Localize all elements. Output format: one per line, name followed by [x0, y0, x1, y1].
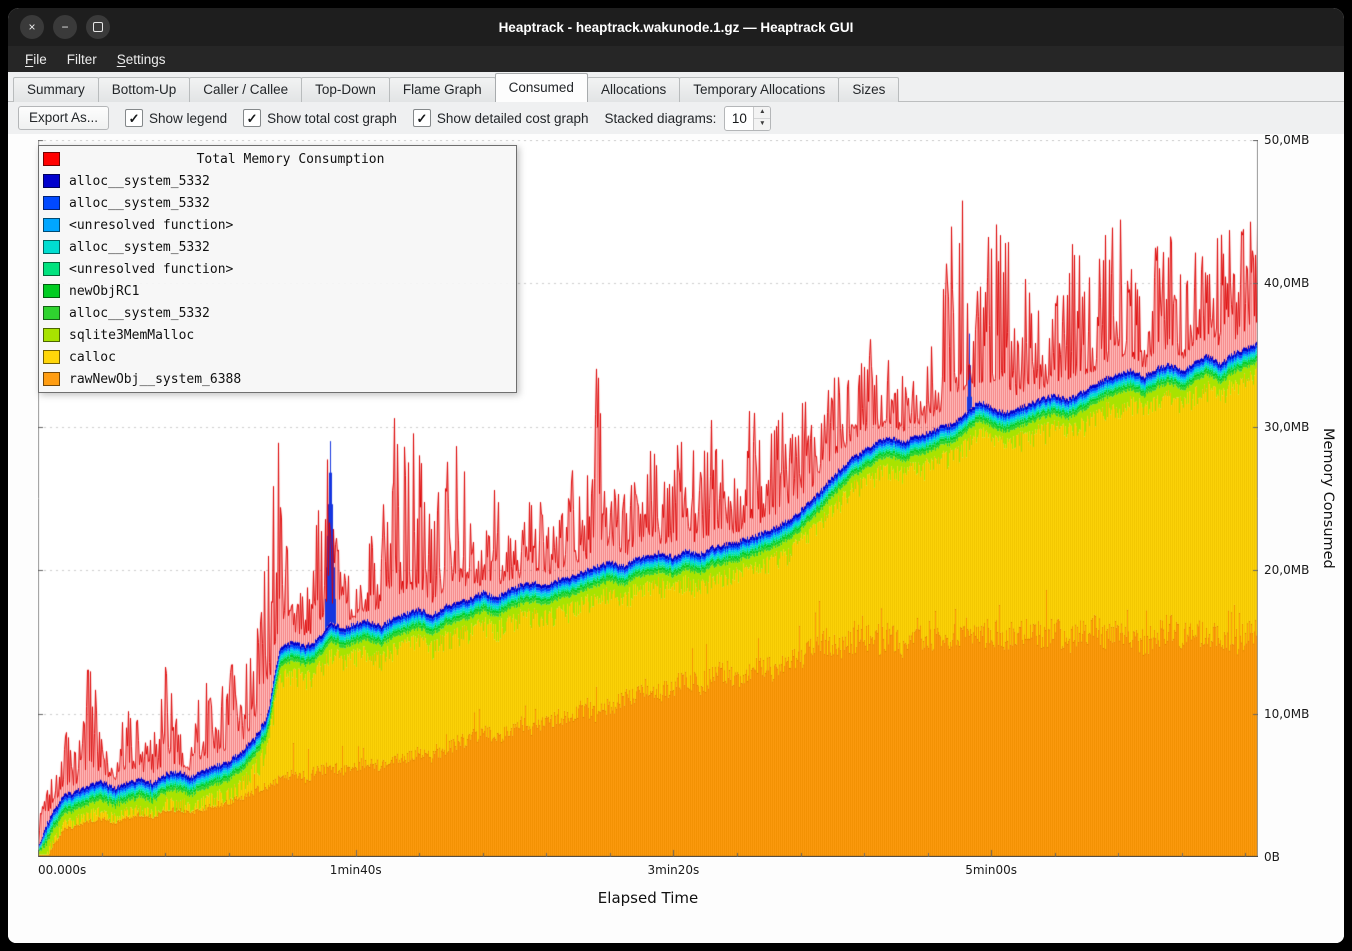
checkbox-group: ✓ Show legend ✓ Show total cost graph ✓ Show … — [125, 109, 589, 127]
legend-entry-label: rawNewObj__system_6388 — [69, 372, 241, 387]
legend-swatch — [43, 240, 60, 254]
y-axis-tick-label: 50,0MB — [1264, 133, 1309, 147]
spin-down-icon: ▼ — [759, 121, 765, 128]
legend-entry: <unresolved function> — [43, 214, 512, 236]
y-axis-tick-label: 0B — [1264, 850, 1280, 864]
x-axis-tick-label: 5min00s — [965, 863, 1017, 877]
legend-swatch — [43, 372, 60, 386]
menu-bar: FileFilterSettings — [8, 46, 1344, 72]
legend-entry-label: alloc__system_5332 — [69, 306, 210, 321]
legend-swatch — [43, 284, 60, 298]
toolbar: Export As... ✓ Show legend ✓ Show total cos… — [8, 102, 1344, 134]
legend-entry: alloc__system_5332 — [43, 302, 512, 324]
legend-entry: sqlite3MemMalloc — [43, 324, 512, 346]
menu-item-filter[interactable]: Filter — [58, 49, 106, 70]
legend-entry-label: newObjRC1 — [69, 284, 139, 299]
x-axis-tick-label: 3min20s — [648, 863, 700, 877]
tab-bar: SummaryBottom-UpCaller / CalleeTop-DownF… — [8, 72, 1344, 102]
legend-title: Total Memory Consumption — [69, 152, 512, 167]
legend-entry-label: calloc — [69, 350, 116, 365]
consumed-chart-region: Total Memory Consumption alloc__system_5… — [8, 134, 1344, 943]
legend-entry-label: alloc__system_5332 — [69, 240, 210, 255]
x-axis-tick-label: 00.000s — [38, 863, 86, 877]
legend-entry-label: <unresolved function> — [69, 218, 233, 233]
checkbox-label: Show detailed cost graph — [437, 111, 589, 126]
y-axis-tick-label: 40,0MB — [1264, 276, 1309, 290]
checkbox-show-total-cost-graph[interactable]: ✓ Show total cost graph — [243, 109, 397, 127]
tab-temporary-allocations[interactable]: Temporary Allocations — [679, 77, 839, 102]
legend-entry: alloc__system_5332 — [43, 236, 512, 258]
stacked-diagrams-spinbox: 10 ▲ ▼ — [724, 106, 771, 131]
checkbox-check-icon: ✓ — [247, 112, 258, 125]
legend-swatch — [43, 262, 60, 276]
stacked-diagrams-label: Stacked diagrams: — [605, 111, 717, 126]
menu-item-file[interactable]: File — [16, 49, 56, 70]
spin-down-button[interactable]: ▼ — [754, 118, 770, 130]
checkbox-show-legend[interactable]: ✓ Show legend — [125, 109, 227, 127]
legend-entry-label: sqlite3MemMalloc — [69, 328, 194, 343]
legend-entry-label: alloc__system_5332 — [69, 174, 210, 189]
tab-summary[interactable]: Summary — [13, 77, 99, 102]
x-axis-title: Elapsed Time — [598, 889, 698, 907]
tab-consumed[interactable]: Consumed — [495, 73, 588, 102]
x-axis-tick-label: 1min40s — [330, 863, 382, 877]
export-as-button[interactable]: Export As... — [18, 106, 109, 130]
legend-swatch — [43, 218, 60, 232]
minimize-button[interactable]: − — [53, 15, 77, 39]
window-controls: × − — [20, 8, 110, 46]
legend-entries: alloc__system_5332 alloc__system_5332 <unr… — [43, 170, 512, 390]
stacked-diagrams-control: Stacked diagrams: 10 ▲ ▼ — [605, 106, 772, 131]
stacked-diagrams-value[interactable]: 10 — [725, 107, 753, 130]
legend-swatch — [43, 174, 60, 188]
maximize-button[interactable] — [86, 15, 110, 39]
legend-swatch — [43, 328, 60, 342]
legend-entry-label: <unresolved function> — [69, 262, 233, 277]
tab-caller-callee[interactable]: Caller / Callee — [189, 77, 302, 102]
close-icon: × — [28, 21, 35, 33]
window-title: Heaptrack - heaptrack.wakunode.1.gz — He… — [8, 20, 1344, 35]
legend-entry: calloc — [43, 346, 512, 368]
close-button[interactable]: × — [20, 15, 44, 39]
title-bar: × − Heaptrack - heaptrack.wakunode.1.gz … — [8, 8, 1344, 46]
legend-entry: alloc__system_5332 — [43, 170, 512, 192]
legend-entry: rawNewObj__system_6388 — [43, 368, 512, 390]
y-axis-tick-label: 20,0MB — [1264, 563, 1309, 577]
app-window: × − Heaptrack - heaptrack.wakunode.1.gz … — [8, 8, 1344, 943]
legend-swatch — [43, 196, 60, 210]
minimize-icon: − — [61, 21, 68, 33]
spin-up-button[interactable]: ▲ — [754, 107, 770, 118]
legend-entry: <unresolved function> — [43, 258, 512, 280]
checkbox-label: Show legend — [149, 111, 227, 126]
legend-swatch — [43, 306, 60, 320]
checkbox-show-detailed-cost-graph[interactable]: ✓ Show detailed cost graph — [413, 109, 589, 127]
legend-entry-label: alloc__system_5332 — [69, 196, 210, 211]
menu-item-settings[interactable]: Settings — [108, 49, 175, 70]
legend-title-row: Total Memory Consumption — [43, 148, 512, 170]
legend-entry: newObjRC1 — [43, 280, 512, 302]
chart-legend: Total Memory Consumption alloc__system_5… — [38, 145, 517, 393]
y-axis-tick-label: 10,0MB — [1264, 707, 1309, 721]
y-axis-tick-label: 30,0MB — [1264, 420, 1309, 434]
tab-bottom-up[interactable]: Bottom-Up — [98, 77, 191, 102]
checkbox-label: Show total cost graph — [267, 111, 397, 126]
spin-up-icon: ▲ — [759, 109, 765, 116]
tab-top-down[interactable]: Top-Down — [301, 77, 390, 102]
tab-sizes[interactable]: Sizes — [838, 77, 899, 102]
checkbox-check-icon: ✓ — [416, 112, 427, 125]
tab-allocations[interactable]: Allocations — [587, 77, 680, 102]
checkbox-box[interactable]: ✓ — [125, 109, 143, 127]
checkbox-check-icon: ✓ — [129, 112, 140, 125]
tab-flame-graph[interactable]: Flame Graph — [389, 77, 496, 102]
legend-entry: alloc__system_5332 — [43, 192, 512, 214]
y-axis-title: Memory Consumed — [1316, 140, 1340, 857]
checkbox-box[interactable]: ✓ — [243, 109, 261, 127]
maximize-icon — [93, 22, 103, 32]
legend-swatch — [43, 350, 60, 364]
legend-title-swatch — [43, 152, 60, 166]
checkbox-box[interactable]: ✓ — [413, 109, 431, 127]
spin-buttons: ▲ ▼ — [753, 107, 770, 130]
